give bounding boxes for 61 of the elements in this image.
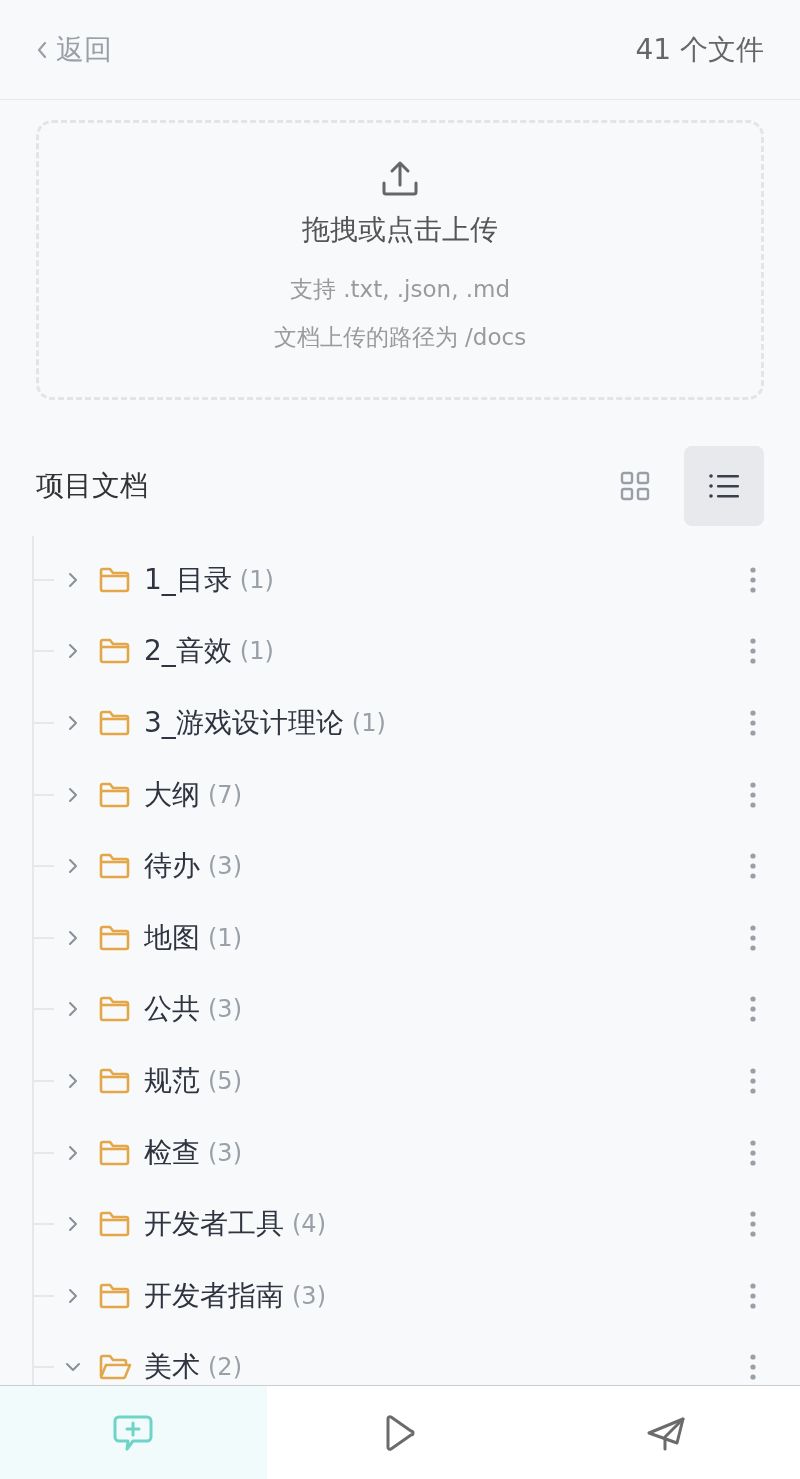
- folder-name: 检查: [144, 1134, 200, 1171]
- more-icon: [750, 1067, 756, 1094]
- file-count: 41 个文件: [635, 31, 764, 68]
- file-count: (1): [208, 923, 242, 952]
- folder-name: 开发者工具: [144, 1206, 284, 1243]
- folder-row[interactable]: 3_游戏设计理论 (1): [34, 687, 800, 759]
- file-count: (1): [239, 565, 274, 594]
- more-icon: [750, 996, 756, 1023]
- folder-row[interactable]: 美术 (2): [34, 1331, 800, 1385]
- folder-row[interactable]: 地图 (1): [34, 901, 800, 974]
- upload-title: 拖拽或点击上传: [302, 212, 498, 248]
- folder-name: 地图: [144, 919, 200, 956]
- more-icon: [750, 1139, 756, 1166]
- more-icon: [750, 638, 756, 665]
- folder-row[interactable]: 公共 (3): [34, 973, 800, 1046]
- file-count: (2): [208, 1353, 242, 1382]
- folder-row[interactable]: 1_目录 (1): [34, 544, 800, 616]
- folder-row[interactable]: 待办 (3): [34, 830, 800, 902]
- more-icon: [750, 1282, 756, 1309]
- supported-formats: 支持 .txt, .json, .md: [289, 275, 511, 304]
- folder-name: 大纲: [144, 776, 200, 813]
- folder-row[interactable]: 大纲 (7): [34, 758, 800, 831]
- upload-path: 文档上传的路径为 /docs: [273, 323, 527, 352]
- file-count: (3): [208, 852, 242, 881]
- list-icon: [708, 471, 740, 501]
- file-count: (3): [208, 995, 242, 1024]
- view-toggle[interactable]: [684, 446, 764, 526]
- nav-tab[interactable]: [0, 1386, 267, 1479]
- file-count: (7): [208, 780, 242, 809]
- folder-icon: [98, 708, 132, 738]
- file-count: (3): [208, 1138, 242, 1167]
- folder-name: 开发者指南: [144, 1277, 284, 1314]
- folder-row[interactable]: 开发者指南 (3): [34, 1259, 800, 1332]
- folder-name: 1_目录: [144, 561, 232, 598]
- folder-name: 2_音效: [144, 633, 232, 670]
- folder-name: 美术: [144, 1349, 200, 1385]
- more-icon: [750, 781, 756, 808]
- upload-area[interactable]: 拖拽或点击上传 支持 .txt, .json, .md 文档上传的路径为 /docs: [36, 120, 764, 400]
- more-icon: [750, 924, 756, 951]
- folder-name: 待办: [144, 848, 200, 885]
- more-icon: [750, 710, 756, 736]
- file-count: (1): [239, 637, 274, 666]
- section-title: 项目文档: [36, 468, 148, 504]
- folder-name: 公共: [144, 991, 200, 1028]
- file-count: (1): [351, 709, 386, 737]
- folder-row[interactable]: 规范 (5): [34, 1045, 800, 1117]
- folder-name: 3_游戏设计理论: [144, 705, 344, 741]
- upload-icon: [380, 159, 420, 199]
- more-icon: [750, 566, 756, 593]
- more-icon: [750, 1211, 756, 1238]
- more-icon: [750, 1354, 756, 1381]
- folder-name: 规范: [144, 1062, 200, 1099]
- folder-row[interactable]: 检查 (3): [34, 1116, 800, 1189]
- chevron-left-icon: [36, 39, 48, 60]
- file-count: (5): [208, 1066, 242, 1095]
- folder-row[interactable]: 开发者工具 (4): [34, 1188, 800, 1260]
- folder-row[interactable]: 2_音效 (1): [34, 615, 800, 688]
- more-icon: [750, 853, 756, 880]
- file-count: (4): [292, 1210, 326, 1239]
- grid-icon: [620, 471, 652, 501]
- file-count: (3): [292, 1281, 326, 1310]
